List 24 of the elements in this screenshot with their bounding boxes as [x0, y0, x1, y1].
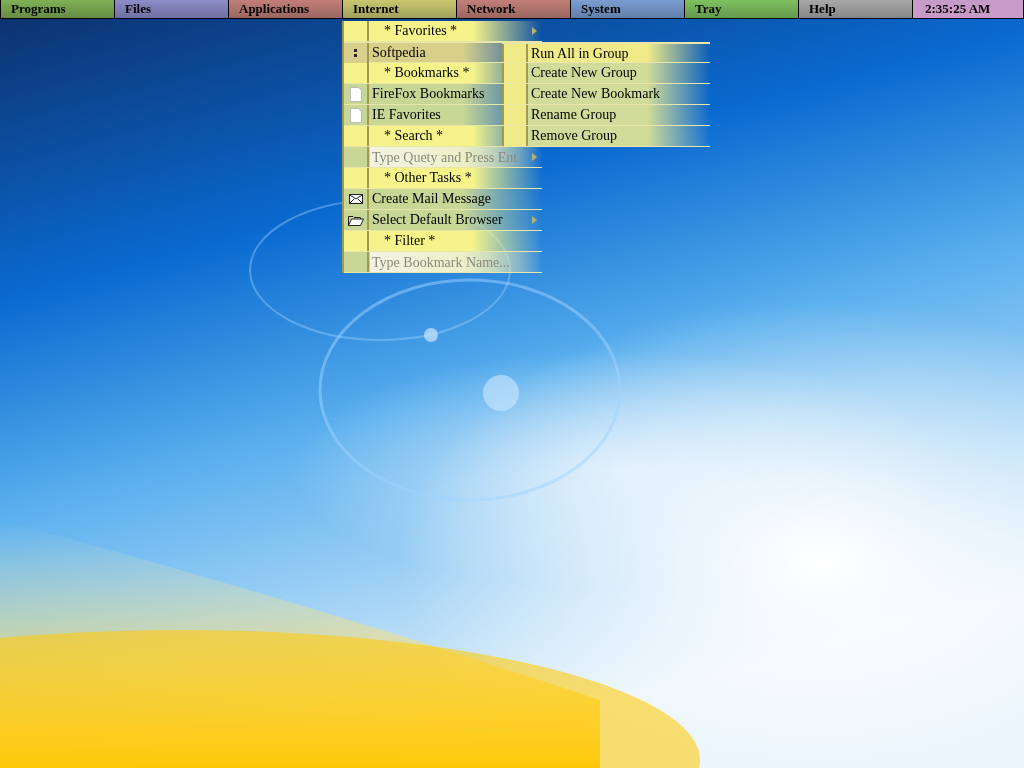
clock: 2:35:25 AM: [913, 0, 1023, 18]
section-header: * Filter *: [383, 232, 436, 250]
menu-bar-button[interactable]: Internet: [343, 0, 456, 18]
menu-bar-button[interactable]: Files: [115, 0, 228, 18]
menu-bar-button[interactable]: Tray: [685, 0, 798, 18]
menu-bar-button[interactable]: Applications: [229, 0, 342, 18]
section-header: * Search *: [383, 127, 444, 145]
icon-gutter: [502, 63, 528, 83]
icon-gutter: [502, 105, 528, 125]
section-header: * Favorites *: [383, 22, 458, 40]
dots-icon: [354, 49, 357, 57]
menu-bar-button[interactable]: System: [571, 0, 684, 18]
icon-gutter: [502, 84, 528, 104]
document-icon: [349, 107, 362, 123]
envelope-icon: [348, 194, 363, 204]
folder-icon: [347, 214, 364, 226]
section-header: * Bookmarks *: [383, 64, 470, 82]
menu-bar-button[interactable]: Network: [457, 0, 570, 18]
icon-gutter: [502, 44, 528, 62]
section-header: * Other Tasks *: [383, 169, 472, 187]
menu-bar-button[interactable]: Help: [799, 0, 912, 18]
icon-gutter: [502, 126, 528, 146]
document-icon: [349, 86, 362, 102]
menu-bar-button[interactable]: Programs: [1, 0, 114, 18]
